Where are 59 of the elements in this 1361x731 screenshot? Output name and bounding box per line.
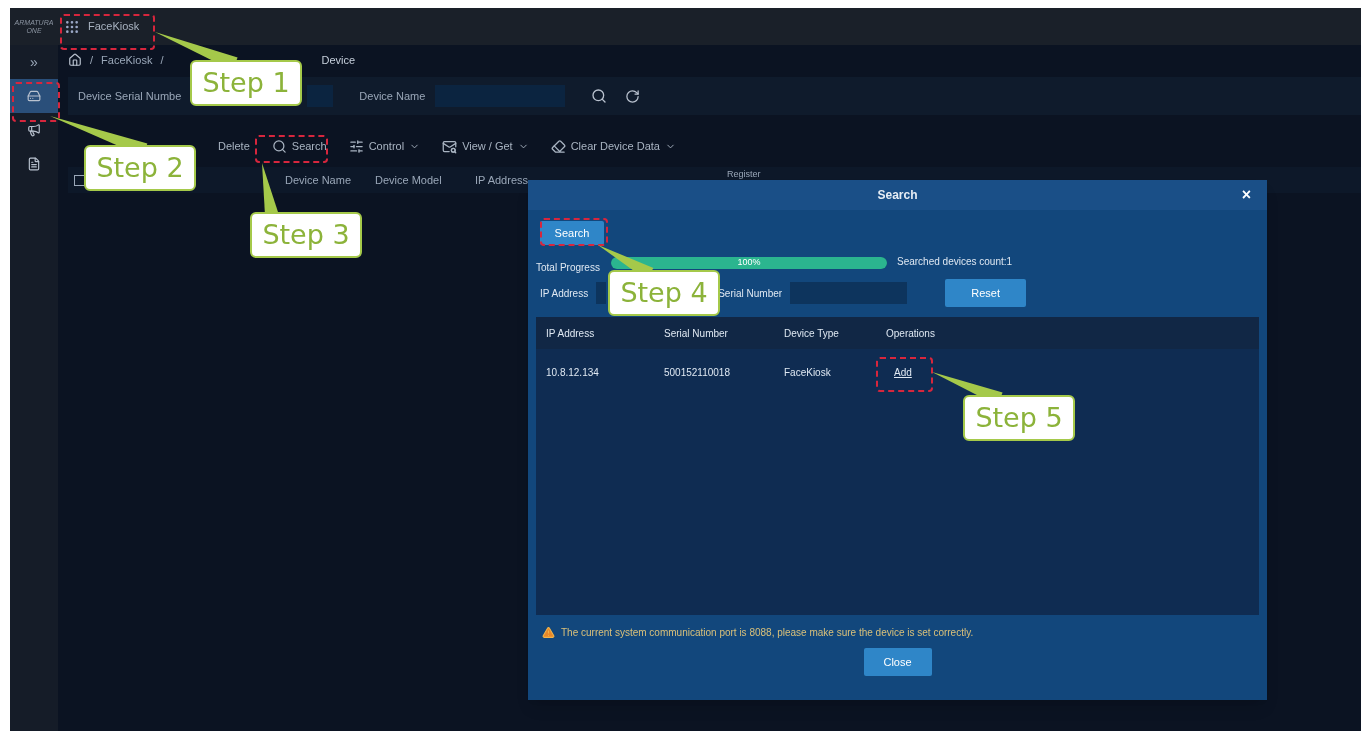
filter-label: Device Serial Numbe <box>78 88 182 104</box>
step-callout: Step 1 <box>190 60 302 106</box>
column-header: IP Address <box>546 326 596 341</box>
table-cell-text: FaceKiosk <box>784 365 832 380</box>
sidebar-icon <box>27 157 41 171</box>
app-name[interactable]: FaceKiosk <box>88 18 140 35</box>
breadcrumb-item[interactable]: FaceKiosk <box>101 51 153 69</box>
toolbar-button[interactable]: Delete <box>218 137 250 155</box>
reset-icon[interactable] <box>625 88 641 104</box>
field-label: IP Address <box>540 286 589 301</box>
field-label: Serial Number <box>718 286 783 301</box>
column-header: Operations <box>886 326 935 341</box>
toolbar-button[interactable]: View / Get <box>442 137 529 155</box>
progress-label: Total Progress <box>536 260 601 275</box>
filter-field[interactable] <box>596 282 607 304</box>
toolbar-icon <box>271 138 287 154</box>
column-header: Device Type <box>784 326 840 341</box>
highlight-frame <box>876 357 933 392</box>
expand-toggle[interactable]: » <box>30 45 38 79</box>
search-icon[interactable] <box>591 88 608 104</box>
close-dialog-button[interactable]: Close <box>863 648 932 676</box>
dialog-title: Search <box>877 187 918 204</box>
breadcrumb-separator: / <box>90 52 94 68</box>
breadcrumb-item: Device <box>321 52 356 68</box>
progress-reading: 100% <box>736 257 762 269</box>
warning-icon <box>542 626 555 639</box>
table-cell-text: 500152110018 <box>664 365 731 380</box>
column-header: Serial Number <box>664 326 729 341</box>
sidebar-item[interactable] <box>10 79 58 113</box>
toolbar-icon <box>348 138 364 154</box>
sidebar-icon <box>27 89 41 103</box>
step-callout: Step 5 <box>963 395 1075 441</box>
column-header: Device Model <box>375 172 443 188</box>
warning-message: The current system communication port is 8088, please make sure the device is set correctly. <box>561 626 974 640</box>
highlight-frame <box>540 218 608 246</box>
highlight-frame <box>12 82 60 122</box>
sidebar-icon <box>27 123 41 137</box>
toolbar-button[interactable]: Search <box>271 137 327 155</box>
table-cell-text: 10.8.12.134 <box>546 365 600 380</box>
column-header: Device Name <box>285 172 353 188</box>
search-button[interactable]: Search <box>540 221 604 245</box>
toolbar-button[interactable]: Clear Device Data <box>550 137 676 155</box>
breadcrumb-separator: / <box>160 52 164 68</box>
filter-field[interactable] <box>790 282 908 304</box>
step-callout: Step 4 <box>608 270 720 316</box>
step-callout: Step 2 <box>84 145 196 191</box>
close-button[interactable]: × <box>1241 183 1251 207</box>
toolbar-icon <box>550 138 566 154</box>
toolbar-icon <box>442 138 458 154</box>
toolbar-button[interactable]: Control <box>348 137 421 155</box>
column-header: IP Address <box>475 172 529 188</box>
device-count: Searched devices count:1 <box>897 254 1013 269</box>
reset-button[interactable]: Reset <box>945 279 1027 307</box>
app-grid-icon[interactable] <box>64 18 80 35</box>
home-icon[interactable] <box>68 53 82 67</box>
filter-label: Device Name <box>359 88 426 104</box>
add-link[interactable]: Add <box>894 364 912 380</box>
step-callout: Step 3 <box>250 212 362 258</box>
column-header: Register <box>727 168 761 181</box>
